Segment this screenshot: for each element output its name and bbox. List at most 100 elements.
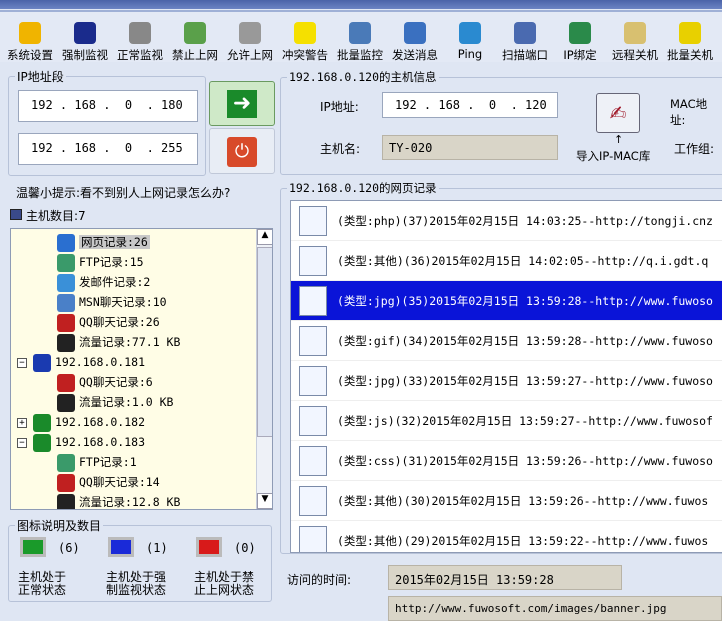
warning-icon bbox=[294, 22, 316, 44]
record-text: (类型:css)(31)2015年02月15日 13:59:26--http:/… bbox=[337, 454, 713, 468]
batch-shutdown-icon bbox=[679, 22, 701, 44]
tree-node-label: FTP记录:1 bbox=[79, 455, 137, 469]
generic-file-icon bbox=[299, 486, 327, 516]
tree-host-node[interactable]: − 192.168.0.181 bbox=[17, 352, 145, 372]
allow-network-icon bbox=[239, 22, 261, 44]
records-title: 192.168.0.120的网页记录 bbox=[287, 180, 439, 196]
record-row[interactable]: (类型:jpg)(33)2015年02月15日 13:59:27--http:/… bbox=[291, 361, 722, 401]
tip-link[interactable]: 温馨小提示:看不到别人上网记录怎么办? bbox=[16, 184, 230, 201]
tree-record-node[interactable]: FTP记录:15 bbox=[57, 252, 144, 272]
record-row[interactable]: (类型:其他)(36)2015年02月15日 14:02:05--http://… bbox=[291, 241, 722, 281]
toolbar-button-4[interactable]: 允许上网 bbox=[222, 22, 278, 63]
tree-node-label: 流量记录:77.1 KB bbox=[79, 335, 181, 349]
collapse-icon[interactable]: − bbox=[17, 357, 27, 368]
record-row[interactable]: (类型:js)(32)2015年02月15日 13:59:27--http://… bbox=[291, 401, 722, 441]
ip-start-input[interactable]: 192 . 168 . 0 . 180 bbox=[18, 90, 198, 122]
traffic-icon bbox=[57, 333, 75, 352]
record-row[interactable]: (类型:css)(31)2015年02月15日 13:59:26--http:/… bbox=[291, 441, 722, 481]
host-name-label: 主机名: bbox=[320, 142, 361, 156]
collapse-icon[interactable]: − bbox=[17, 437, 27, 448]
toolbar-button-3[interactable]: 禁止上网 bbox=[167, 22, 223, 63]
toolbar-button-6[interactable]: 批量监控 bbox=[332, 22, 388, 63]
toolbar-button-label: 允许上网 bbox=[227, 48, 273, 62]
tree-record-node[interactable]: QQ聊天记录:6 bbox=[57, 372, 153, 392]
record-row[interactable]: (类型:其他)(30)2015年02月15日 13:59:26--http://… bbox=[291, 481, 722, 521]
record-row[interactable]: (类型:gif)(34)2015年02月15日 13:59:28--http:/… bbox=[291, 321, 722, 361]
toolbar-button-label: 冲突警告 bbox=[282, 48, 328, 62]
records-list[interactable]: (类型:php)(37)2015年02月15日 14:03:25--http:/… bbox=[290, 200, 722, 553]
legend-count: (6) bbox=[58, 541, 80, 555]
record-row[interactable]: (类型:php)(37)2015年02月15日 14:03:25--http:/… bbox=[291, 201, 722, 241]
tree-record-node[interactable]: 流量记录:1.0 KB bbox=[57, 392, 173, 412]
mail-icon bbox=[57, 273, 75, 292]
generic-file-icon bbox=[299, 526, 327, 552]
host-ip-input[interactable]: 192 . 168 . 0 . 120 bbox=[382, 92, 558, 118]
ip-range-label: IP地址段 bbox=[15, 68, 66, 85]
tree-node-label: 192.168.0.182 bbox=[55, 415, 146, 429]
tree-record-node[interactable]: 流量记录:12.8 KB bbox=[57, 492, 180, 509]
tree-record-node[interactable]: 流量记录:77.1 KB bbox=[57, 332, 180, 352]
traffic-icon bbox=[57, 393, 75, 412]
tree-node-label: MSN聊天记录:10 bbox=[79, 295, 167, 309]
power-icon: ⏻ bbox=[227, 137, 257, 167]
toolbar-button-label: 系统设置 bbox=[7, 48, 53, 62]
toolbar-button-5[interactable]: 冲突警告 bbox=[277, 22, 333, 63]
tree-record-node[interactable]: 发邮件记录:2 bbox=[57, 272, 150, 292]
toolbar-button-7[interactable]: 发送消息 bbox=[387, 22, 443, 63]
toolbar-button-label: 正常监视 bbox=[117, 48, 163, 62]
arrow-up-icon: ↑ bbox=[614, 133, 624, 146]
scroll-thumb[interactable] bbox=[257, 247, 272, 437]
monitor-normal-icon bbox=[129, 22, 151, 44]
toolbar-button-11[interactable]: 远程关机 bbox=[607, 22, 663, 63]
gif-file-icon bbox=[299, 326, 327, 356]
host-count: 主机数目:7 bbox=[26, 209, 86, 223]
stop-scan-button[interactable]: ⏻ bbox=[209, 128, 275, 174]
record-row[interactable]: (类型:jpg)(35)2015年02月15日 13:59:28--http:/… bbox=[291, 281, 722, 321]
ftp-icon bbox=[57, 253, 75, 272]
tree-node-label: 192.168.0.181 bbox=[55, 355, 146, 369]
traffic-icon bbox=[57, 493, 75, 509]
qq-icon bbox=[57, 313, 75, 332]
expand-icon[interactable]: + bbox=[17, 417, 27, 428]
record-text: (类型:其他)(36)2015年02月15日 14:02:05--http://… bbox=[337, 254, 709, 268]
toolbar-button-0[interactable]: 系统设置 bbox=[2, 22, 58, 63]
ping-icon bbox=[459, 22, 481, 44]
toolbar-button-label: 远程关机 bbox=[612, 48, 658, 62]
tree-record-node[interactable]: FTP记录:1 bbox=[57, 452, 137, 472]
jpg-file-icon bbox=[299, 366, 327, 396]
toolbar-button-2[interactable]: 正常监视 bbox=[112, 22, 168, 63]
workgroup-label: 工作组: bbox=[674, 142, 715, 156]
generic-file-icon bbox=[299, 246, 327, 276]
start-scan-button[interactable]: ➜ bbox=[209, 81, 275, 126]
host-tree[interactable]: ▲ ▼ 网页记录:26 FTP记录:15 发邮件记录:2 MSN聊天记录:10 QQ聊天… bbox=[10, 228, 273, 510]
tree-record-node[interactable]: QQ聊天记录:26 bbox=[57, 312, 160, 332]
tree-scrollbar[interactable]: ▲ ▼ bbox=[256, 229, 272, 509]
host-name-field: TY-020 bbox=[382, 135, 558, 160]
legend-line2: 制监视状态 bbox=[106, 583, 167, 597]
tree-record-node[interactable]: MSN聊天记录:10 bbox=[57, 292, 167, 312]
ip-end-input[interactable]: 192 . 168 . 0 . 255 bbox=[18, 133, 198, 165]
scroll-down-button[interactable]: ▼ bbox=[257, 493, 272, 509]
tree-record-node[interactable]: QQ聊天记录:14 bbox=[57, 472, 160, 492]
visit-url-field: http://www.fuwosoft.com/images/banner.jp… bbox=[388, 596, 722, 621]
toolbar-button-1[interactable]: 强制监视 bbox=[57, 22, 113, 63]
message-icon bbox=[404, 22, 426, 44]
computer-icon bbox=[10, 209, 22, 220]
toolbar: 系统设置 强制监视 正常监视 禁止上网 允许上网 冲突警告 批量监控 发送消息 Ping 扫描端口… bbox=[0, 10, 722, 62]
title-bar bbox=[0, 0, 722, 9]
tree-host-node[interactable]: +192.168.0.182 bbox=[17, 412, 145, 432]
toolbar-button-10[interactable]: IP绑定 bbox=[552, 22, 608, 63]
scroll-up-button[interactable]: ▲ bbox=[257, 229, 272, 245]
record-row[interactable]: (类型:其他)(29)2015年02月15日 13:59:22--http://… bbox=[291, 521, 722, 552]
import-ip-mac-button[interactable]: ✍ bbox=[596, 93, 640, 133]
toolbar-button-12[interactable]: 批量关机 bbox=[662, 22, 718, 63]
ip-label: IP地址: bbox=[320, 100, 359, 114]
toolbar-button-9[interactable]: 扫描端口 bbox=[497, 22, 553, 63]
toolbar-button-8[interactable]: Ping bbox=[442, 22, 498, 61]
remote-shutdown-icon bbox=[624, 22, 646, 44]
tree-node-label: QQ聊天记录:26 bbox=[79, 315, 160, 329]
legend-title: 图标说明及数目 bbox=[15, 517, 104, 534]
tree-record-node[interactable]: 网页记录:26 bbox=[57, 232, 150, 252]
jpg-file-icon bbox=[299, 286, 327, 316]
tree-host-node[interactable]: − 192.168.0.183 bbox=[17, 432, 145, 452]
